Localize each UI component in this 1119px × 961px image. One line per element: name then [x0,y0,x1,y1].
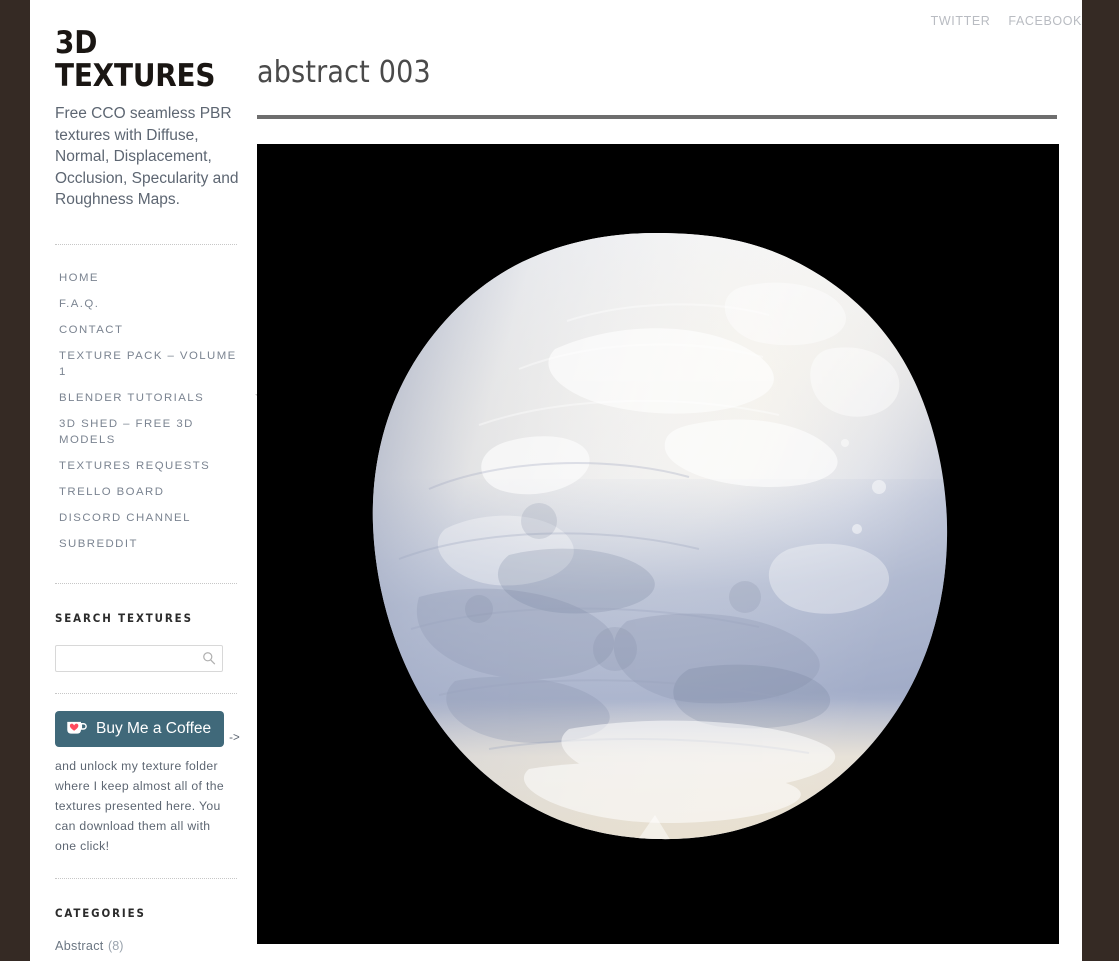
menu-link-subreddit[interactable]: SUBREDDIT [55,531,241,557]
menu-item-discord-channel[interactable]: DISCORD CHANNEL [55,505,260,531]
sidebar: 3D TEXTURES Free CCO seamless PBR textur… [55,0,263,961]
menu-link-discord-channel[interactable]: DISCORD CHANNEL [55,505,241,531]
menu-link-blender-tutorials[interactable]: BLENDER TUTORIALS [55,385,241,411]
search-form [55,644,223,672]
category-link-abstract[interactable]: Abstract [55,939,104,953]
menu-item-textures-requests[interactable]: TEXTURES REQUESTS [55,453,260,479]
menu-item-home[interactable]: HOME [55,265,260,291]
menu-link-textures-requests[interactable]: TEXTURES REQUESTS [55,453,241,479]
divider [55,692,237,694]
support-arrow: -> [229,731,240,744]
menu-item-3d-shed-free-3d-models[interactable]: 3D SHED – FREE 3D MODELS [55,411,260,453]
coffee-cup-heart-icon [67,721,87,734]
menu-item-contact[interactable]: CONTACT [55,317,260,343]
texture-preview-figure[interactable] [257,144,1059,944]
support-description: and unlock my texture folder where I kee… [55,758,225,853]
menu-link-trello-board[interactable]: TRELLO BOARD [55,479,241,505]
category-item-abstract[interactable]: Abstract (8) [55,937,260,959]
menu-link-contact[interactable]: CONTACT [55,317,241,343]
buy-me-a-coffee-button[interactable]: Buy Me a Coffee [55,710,225,747]
support-widget: Buy Me a Coffee -> [55,710,260,747]
menu-item-blender-tutorials[interactable]: BLENDER TUTORIALS [55,385,263,411]
menu-link-3d-shed-free-3d-models[interactable]: 3D SHED – FREE 3D MODELS [55,411,241,453]
categories-widget-title: CATEGORIES [55,905,146,920]
site-tagline: Free CCO seamless PBR textures with Diff… [55,105,239,209]
menu-link-home[interactable]: HOME [55,265,241,291]
menu-item-subreddit[interactable]: SUBREDDIT [55,531,260,557]
menu-link-faq[interactable]: F.A.Q. [55,291,241,317]
main-content: abstract 003 [256,0,1059,960]
category-list: Abstract (8) Alien (4) [55,920,260,961]
page-root: TWITTER FACEBOOK 3D TEXTURES Free CCO se… [0,0,1119,961]
content-sheet: TWITTER FACEBOOK 3D TEXTURES Free CCO se… [30,0,1082,961]
search-widget-title: SEARCH TEXTURES [55,610,193,625]
menu-item-faq[interactable]: F.A.Q. [55,291,260,317]
title-divider [257,115,1057,119]
page-title: abstract 003 [257,55,431,90]
menu-item-trello-board[interactable]: TRELLO BOARD [55,479,260,505]
search-input[interactable] [55,644,223,672]
category-count-abstract: (8) [108,938,124,953]
buy-me-a-coffee-label: Buy Me a Coffee [96,719,212,737]
texture-preview-image [372,233,948,840]
menu-link-texture-pack-volume-1[interactable]: TEXTURE PACK – VOLUME 1 [55,343,241,385]
main-menu: HOME F.A.Q. CONTACT TEXTURE PACK – VOLUM… [55,245,263,557]
site-title: 3D TEXTURES [55,25,216,94]
menu-item-texture-pack-volume-1[interactable]: TEXTURE PACK – VOLUME 1 [55,343,260,385]
